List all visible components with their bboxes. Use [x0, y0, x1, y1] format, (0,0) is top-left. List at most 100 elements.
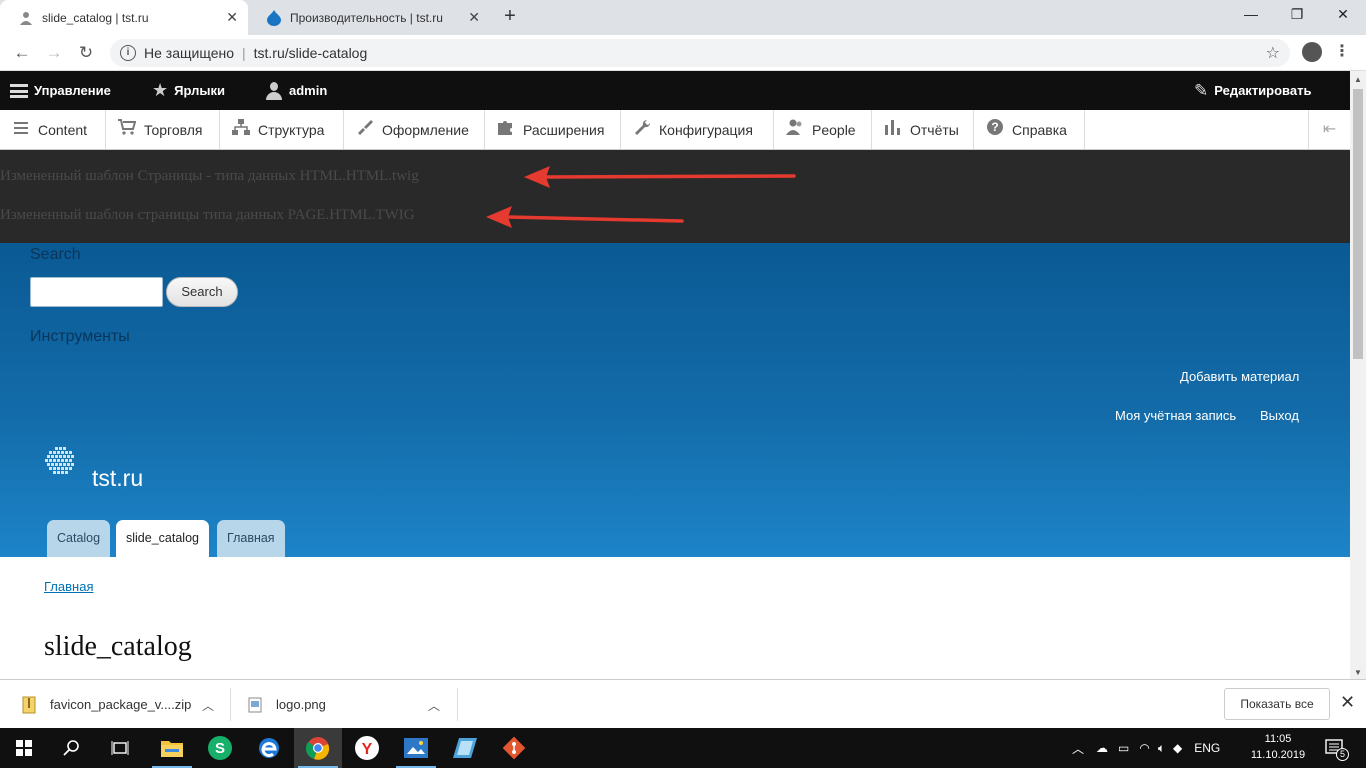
- tab-slide-catalog[interactable]: slide_catalog: [116, 520, 209, 557]
- windows-start-icon[interactable]: [0, 728, 48, 768]
- manage-toolbar-item[interactable]: Управление: [10, 71, 111, 110]
- image-editor-icon[interactable]: [392, 728, 440, 768]
- download-item[interactable]: favicon_package_v....zip ︿: [22, 680, 222, 729]
- tab-catalog[interactable]: Catalog: [47, 520, 111, 557]
- battery-icon[interactable]: ▭: [1118, 741, 1129, 755]
- taskbar-clock[interactable]: 11:05 11.10.2019: [1248, 731, 1308, 763]
- downloads-shelf: favicon_package_v....zip ︿ logo.png ︿ По…: [0, 679, 1366, 728]
- user-icon: [265, 81, 283, 100]
- profile-avatar-icon[interactable]: [1302, 42, 1322, 62]
- scroll-down-icon[interactable]: ▼: [1354, 668, 1362, 677]
- site-info-icon[interactable]: i: [120, 45, 136, 61]
- maximize-icon[interactable]: ❐: [1274, 0, 1320, 30]
- tab-title: slide_catalog | tst.ru: [42, 10, 149, 25]
- file-explorer-icon[interactable]: [148, 728, 196, 768]
- new-tab-plus-icon[interactable]: +: [498, 4, 522, 28]
- page-scrollbar[interactable]: ▲ ▼: [1350, 71, 1366, 679]
- template-debug-band: Измененный шаблон Страницы - типа данных…: [0, 150, 1350, 243]
- git-tool-icon[interactable]: [490, 728, 538, 768]
- download-item[interactable]: logo.png ︿: [248, 680, 448, 729]
- user-label: admin: [289, 83, 328, 98]
- search-icon[interactable]: [48, 728, 96, 768]
- task-view-icon[interactable]: [96, 728, 144, 768]
- notification-center-icon[interactable]: 5: [1325, 728, 1349, 768]
- cloud-icon[interactable]: ☁: [1096, 741, 1108, 755]
- browser-tab-strip: slide_catalog | tst.ru ✕ Производительно…: [0, 0, 1366, 35]
- chevron-up-tray-icon[interactable]: ︿: [1070, 740, 1086, 757]
- shortcuts-toolbar-item[interactable]: ★ Ярлыки: [152, 71, 225, 110]
- language-indicator[interactable]: ENG: [1194, 741, 1220, 755]
- manage-label: Управление: [34, 83, 111, 98]
- browser-menu-icon[interactable]: ⋮: [1334, 41, 1350, 61]
- my-account-link[interactable]: Моя учётная запись: [1115, 408, 1236, 423]
- star-icon: ★: [152, 80, 169, 100]
- system-tray: ︿ ☁ ▭ ◠ 🔈︎ ◆ ENG: [1070, 728, 1220, 768]
- svg-text:?: ?: [991, 120, 998, 134]
- search-input[interactable]: [30, 277, 163, 307]
- window-close-icon[interactable]: ✕: [1320, 0, 1366, 30]
- show-all-downloads-button[interactable]: Показать все: [1224, 688, 1330, 720]
- yandex-browser-icon[interactable]: Y: [343, 728, 391, 768]
- edit-toolbar-item[interactable]: ✎ Редактировать: [1194, 71, 1311, 110]
- tray-item-appearance[interactable]: Оформление: [344, 110, 485, 149]
- wifi-icon[interactable]: ◠: [1139, 741, 1149, 755]
- collapse-tray-icon[interactable]: ⇤: [1308, 110, 1350, 149]
- skype-s-icon[interactable]: S: [196, 728, 244, 768]
- tray-item-label: Отчёты: [910, 121, 959, 138]
- structure-icon: [232, 119, 250, 140]
- dropbox-icon[interactable]: ◆: [1173, 741, 1182, 755]
- browser-tab-inactive[interactable]: Производительность | tst.ru ✕: [248, 0, 490, 35]
- volume-icon[interactable]: 🔈︎: [1158, 741, 1165, 756]
- tray-item-help[interactable]: ? Справка: [974, 110, 1085, 149]
- user-toolbar-item[interactable]: admin: [265, 71, 327, 110]
- logout-link[interactable]: Выход: [1260, 408, 1299, 423]
- scroll-up-icon[interactable]: ▲: [1354, 75, 1362, 84]
- site-header: Search Search Инструменты Добавить матер…: [0, 243, 1350, 557]
- tray-item-configuration[interactable]: Конфигурация: [621, 110, 774, 149]
- drupal-user-favicon-icon: [18, 10, 34, 26]
- breadcrumb[interactable]: Главная: [44, 579, 93, 594]
- site-name[interactable]: tst.ru: [92, 465, 143, 492]
- edge-browser-icon[interactable]: [245, 728, 293, 768]
- windows-taskbar: S Y ︿ ☁ ▭ ◠ 🔈︎ ◆ ENG 11:05 11.10.2019 5: [0, 728, 1366, 768]
- tray-item-extend[interactable]: Расширения: [485, 110, 621, 149]
- site-logo-icon[interactable]: [44, 447, 76, 479]
- close-tab-icon[interactable]: ✕: [226, 9, 238, 26]
- tab-title: Производительность | tst.ru: [290, 10, 443, 25]
- cart-icon: [118, 119, 137, 140]
- tab-home[interactable]: Главная: [217, 520, 285, 557]
- url-text: tst.ru/slide-catalog: [253, 45, 368, 61]
- tray-item-commerce[interactable]: Торговля: [106, 110, 220, 149]
- main-content: Главная slide_catalog: [0, 557, 1350, 679]
- chevron-up-icon[interactable]: ︿: [202, 697, 214, 714]
- tray-item-structure[interactable]: Структура: [220, 110, 344, 149]
- chevron-up-icon[interactable]: ︿: [428, 697, 440, 714]
- image-file-icon: [248, 697, 262, 712]
- reload-icon[interactable]: ↻: [74, 41, 98, 65]
- chrome-icon[interactable]: [294, 728, 342, 768]
- search-button[interactable]: Search: [166, 277, 238, 307]
- browser-tab-active[interactable]: slide_catalog | tst.ru ✕: [0, 0, 248, 35]
- add-content-link[interactable]: Добавить материал: [1180, 369, 1299, 384]
- close-downloads-icon[interactable]: ✕: [1340, 692, 1355, 713]
- scrollbar-thumb[interactable]: [1353, 89, 1363, 359]
- puzzle-icon: [497, 119, 515, 140]
- notes-app-icon[interactable]: [441, 728, 489, 768]
- drupal-drop-favicon-icon: [266, 9, 282, 26]
- bookmark-star-icon[interactable]: ☆: [1266, 43, 1280, 63]
- back-arrow-icon[interactable]: ←: [10, 41, 34, 65]
- forward-arrow-icon[interactable]: →: [42, 41, 66, 65]
- address-bar[interactable]: i Не защищено | tst.ru/slide-catalog ☆: [110, 39, 1290, 67]
- zip-file-icon: [22, 696, 36, 713]
- close-tab-icon[interactable]: ✕: [468, 9, 480, 26]
- browser-toolbar: ← → ↻ i Не защищено | tst.ru/slide-catal…: [0, 35, 1366, 71]
- tray-item-people[interactable]: People: [774, 110, 872, 149]
- tray-item-reports[interactable]: Отчёты: [872, 110, 974, 149]
- tray-item-content[interactable]: Content: [0, 110, 106, 149]
- minimize-icon[interactable]: —: [1228, 0, 1274, 30]
- page-viewport: Управление ★ Ярлыки admin ✎ Редактироват…: [0, 71, 1350, 679]
- tray-item-label: People: [812, 121, 856, 138]
- red-arrow-annotation-icon: [486, 206, 684, 228]
- edit-label: Редактировать: [1214, 83, 1312, 98]
- people-icon: [786, 119, 804, 140]
